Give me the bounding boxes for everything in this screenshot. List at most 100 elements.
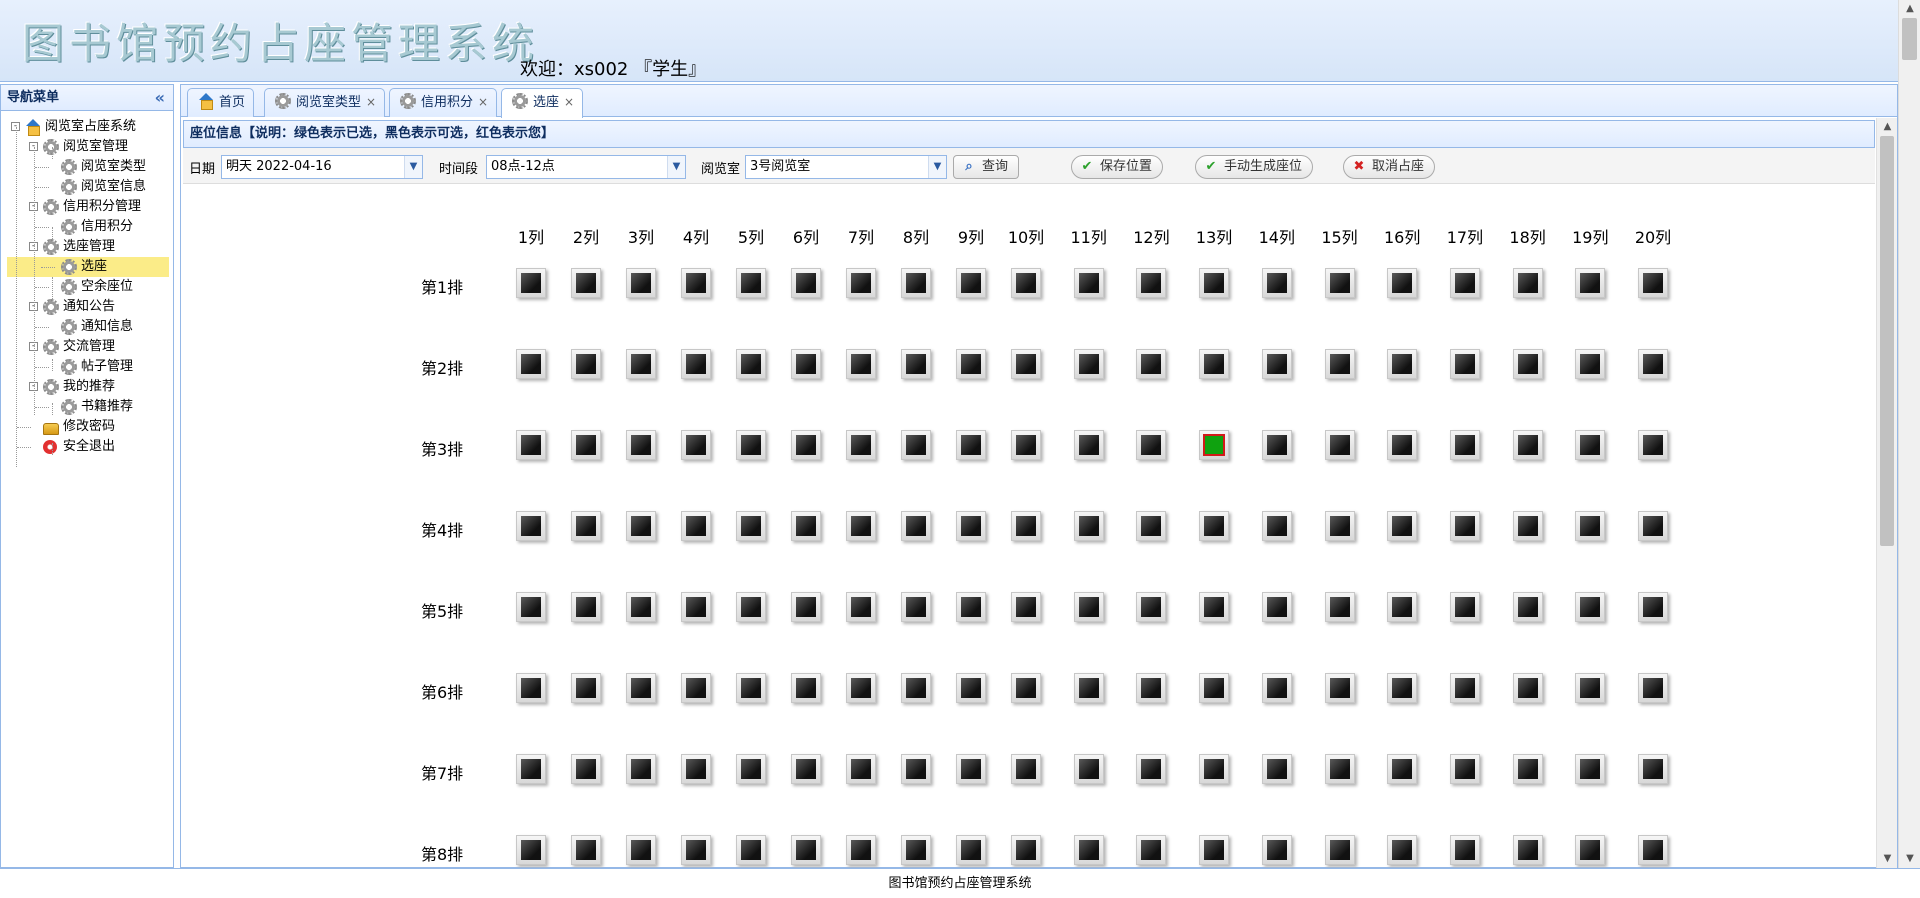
nav-tree-item[interactable]: 书籍推荐 bbox=[1, 397, 173, 417]
seat-available[interactable] bbox=[901, 511, 931, 541]
seat-available[interactable] bbox=[1136, 268, 1167, 298]
seat-available[interactable] bbox=[681, 349, 711, 379]
seat-available[interactable] bbox=[1073, 835, 1104, 865]
nav-tree-item[interactable]: - 阅览室占座系统 bbox=[1, 117, 173, 137]
seat-available[interactable] bbox=[736, 430, 766, 460]
seat-available[interactable] bbox=[1324, 430, 1355, 460]
seat-available[interactable] bbox=[516, 349, 546, 379]
seat-available[interactable] bbox=[956, 511, 986, 541]
seat-available[interactable] bbox=[791, 511, 821, 541]
seat-available[interactable] bbox=[1324, 673, 1355, 703]
seat-available[interactable] bbox=[626, 268, 656, 298]
seat-available[interactable] bbox=[1136, 835, 1167, 865]
seat-available[interactable] bbox=[791, 430, 821, 460]
seat-available[interactable] bbox=[1449, 673, 1480, 703]
seat-available[interactable] bbox=[901, 349, 931, 379]
seat-available[interactable] bbox=[1512, 430, 1543, 460]
scroll-down-arrow-icon[interactable]: ▼ bbox=[1899, 850, 1920, 868]
seat-available[interactable] bbox=[1136, 754, 1167, 784]
seat-available[interactable] bbox=[846, 754, 876, 784]
seat-available[interactable] bbox=[571, 268, 601, 298]
seat-available[interactable] bbox=[1387, 673, 1418, 703]
seat-available[interactable] bbox=[956, 430, 986, 460]
close-icon[interactable]: × bbox=[478, 95, 488, 109]
seat-available[interactable] bbox=[1199, 592, 1230, 622]
seat-available[interactable] bbox=[1136, 430, 1167, 460]
seat-available[interactable] bbox=[846, 349, 876, 379]
seat-available[interactable] bbox=[736, 835, 766, 865]
chevron-down-icon[interactable]: ▼ bbox=[404, 156, 422, 178]
seat-available[interactable] bbox=[901, 268, 931, 298]
seat-available[interactable] bbox=[846, 511, 876, 541]
seat-available[interactable] bbox=[1199, 754, 1230, 784]
seat-available[interactable] bbox=[1575, 430, 1606, 460]
seat-available[interactable] bbox=[1575, 349, 1606, 379]
seat-available[interactable] bbox=[1387, 835, 1418, 865]
generate-seats-button[interactable]: ✔ 手动生成座位 bbox=[1195, 155, 1314, 179]
seat-available[interactable] bbox=[626, 754, 656, 784]
scroll-down-arrow-icon[interactable]: ▼ bbox=[1877, 850, 1898, 868]
scroll-up-arrow-icon[interactable]: ▲ bbox=[1877, 118, 1898, 136]
seat-available[interactable] bbox=[791, 592, 821, 622]
chevron-down-icon[interactable]: ▼ bbox=[928, 156, 946, 178]
seat-available[interactable] bbox=[681, 430, 711, 460]
seat-available[interactable] bbox=[1073, 673, 1104, 703]
seat-available[interactable] bbox=[626, 349, 656, 379]
seat-available[interactable] bbox=[1073, 268, 1104, 298]
scrollbar-thumb[interactable] bbox=[1880, 136, 1894, 546]
seat-available[interactable] bbox=[1324, 511, 1355, 541]
seat-available[interactable] bbox=[1449, 592, 1480, 622]
seat-available[interactable] bbox=[1449, 754, 1480, 784]
seat-available[interactable] bbox=[846, 592, 876, 622]
scroll-up-arrow-icon[interactable]: ▲ bbox=[1899, 0, 1920, 18]
seat-available[interactable] bbox=[1638, 673, 1668, 703]
seat-available[interactable] bbox=[736, 673, 766, 703]
seat-available[interactable] bbox=[1575, 511, 1606, 541]
chevron-down-icon[interactable]: ▼ bbox=[667, 156, 685, 178]
seat-available[interactable] bbox=[901, 673, 931, 703]
seat-available[interactable] bbox=[516, 835, 546, 865]
seat-available[interactable] bbox=[1575, 592, 1606, 622]
nav-tree-item[interactable]: 信用积分 bbox=[1, 217, 173, 237]
seat-available[interactable] bbox=[1073, 349, 1104, 379]
seat-available[interactable] bbox=[1011, 511, 1041, 541]
tab-reading-room-type[interactable]: 阅览室类型 × bbox=[264, 88, 386, 117]
seat-available[interactable] bbox=[901, 835, 931, 865]
seat-available[interactable] bbox=[1575, 268, 1606, 298]
seat-available[interactable] bbox=[1136, 349, 1167, 379]
seat-available[interactable] bbox=[1512, 349, 1543, 379]
seat-available[interactable] bbox=[1512, 268, 1543, 298]
nav-tree-item[interactable]: 阅览室信息 bbox=[1, 177, 173, 197]
seat-available[interactable] bbox=[1011, 349, 1041, 379]
seat-available[interactable] bbox=[901, 754, 931, 784]
seat-available[interactable] bbox=[571, 511, 601, 541]
seat-available[interactable] bbox=[1449, 835, 1480, 865]
seat-available[interactable] bbox=[516, 430, 546, 460]
seat-available[interactable] bbox=[1324, 268, 1355, 298]
seat-available[interactable] bbox=[1073, 592, 1104, 622]
seat-available[interactable] bbox=[1449, 430, 1480, 460]
seat-available[interactable] bbox=[1638, 511, 1668, 541]
close-icon[interactable]: × bbox=[366, 95, 376, 109]
seat-available[interactable] bbox=[1575, 754, 1606, 784]
seat-available[interactable] bbox=[1136, 673, 1167, 703]
seat-available[interactable] bbox=[956, 754, 986, 784]
seat-available[interactable] bbox=[1512, 835, 1543, 865]
seat-available[interactable] bbox=[1324, 592, 1355, 622]
close-icon[interactable]: × bbox=[564, 95, 574, 109]
seat-available[interactable] bbox=[681, 754, 711, 784]
seat-available[interactable] bbox=[1324, 349, 1355, 379]
seat-available[interactable] bbox=[1387, 430, 1418, 460]
page-scrollbar[interactable]: ▲ ▼ bbox=[1898, 0, 1920, 868]
seat-available[interactable] bbox=[1199, 268, 1230, 298]
seat-available[interactable] bbox=[1638, 349, 1668, 379]
seat-available[interactable] bbox=[846, 835, 876, 865]
seat-available[interactable] bbox=[1324, 754, 1355, 784]
double-chevron-left-icon[interactable]: « bbox=[155, 85, 165, 111]
seat-available[interactable] bbox=[901, 592, 931, 622]
seat-available[interactable] bbox=[1638, 430, 1668, 460]
seat-available[interactable] bbox=[846, 268, 876, 298]
seat-available[interactable] bbox=[791, 835, 821, 865]
seat-available[interactable] bbox=[681, 835, 711, 865]
seat-available[interactable] bbox=[1449, 268, 1480, 298]
